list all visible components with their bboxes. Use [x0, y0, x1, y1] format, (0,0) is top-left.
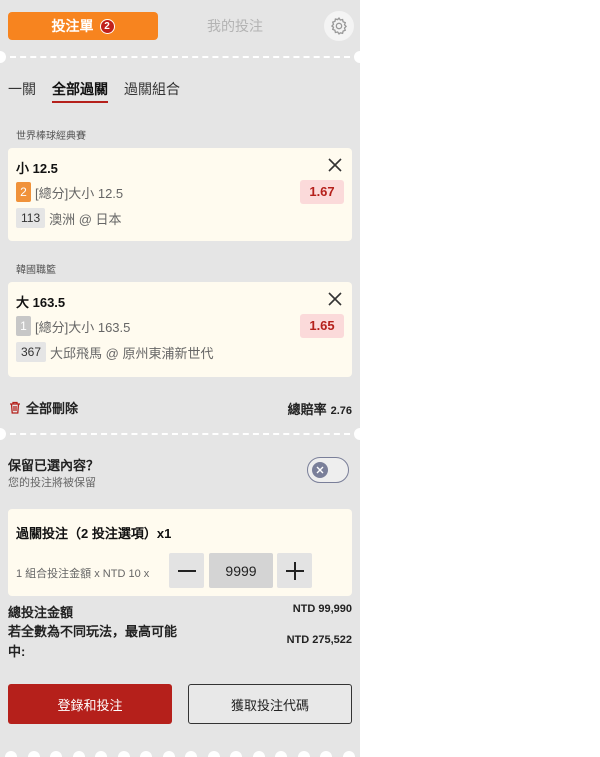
league-name: 世界棒球經典賽 [16, 131, 86, 142]
close-icon[interactable] [328, 158, 342, 172]
selection-card: 大 163.5 1 [總分]大小 163.5 367 大邱飛馬 @ 原州東浦新世… [8, 282, 352, 377]
betslip-count-badge: 2 [99, 18, 115, 34]
parlay-stake-desc: 1 組合投注金額 x NTD 10 x [16, 568, 150, 580]
selection-number: 2 [16, 182, 31, 202]
stake-input[interactable] [209, 553, 273, 588]
match-name: 澳洲 @ 日本 [49, 211, 122, 227]
selection-name: 大 163.5 [16, 295, 66, 310]
get-bet-code-button[interactable]: 獲取投注代碼 [188, 684, 352, 724]
total-odds: 總賠率 2.76 [288, 399, 352, 418]
parlay-stake-box: 過關投注（2 投注選項）x1 1 組合投注金額 x NTD 10 x [8, 509, 352, 596]
betslip-header: 投注單 2 我的投注 [0, 0, 360, 56]
max-win-label: 若全數為不同玩法，最高可能中: [8, 624, 178, 659]
total-stake-label: 總投注金額 [8, 605, 74, 620]
odds-badge: 1.65 [300, 314, 344, 338]
selection-card: 小 12.5 2 [總分]大小 12.5 113 澳洲 @ 日本 1.67 [8, 148, 352, 241]
match-code: 113 [16, 208, 46, 228]
retain-subtitle: 您的投注將被保留 [8, 477, 96, 489]
dashed-divider [0, 428, 360, 440]
match-code: 367 [16, 342, 47, 362]
gear-icon[interactable] [324, 11, 354, 41]
tab-parlay-combo[interactable]: 過關組合 [124, 79, 180, 103]
tab-my-bets[interactable]: 我的投注 [165, 12, 305, 40]
league-name: 韓國職籃 [16, 265, 56, 276]
tab-single[interactable]: 一關 [8, 79, 36, 103]
bet-type-tabs: 一關 全部過關 過關組合 [8, 79, 180, 103]
close-icon[interactable] [328, 292, 342, 306]
betslip-panel: 投注單 2 我的投注 一關 全部過關 過關組合 世界棒球經典賽 小 12.5 2… [0, 0, 360, 757]
parlay-title: 過關投注（2 投注選項）x1 [16, 526, 172, 541]
delete-all-button[interactable]: 全部刪除 [9, 398, 78, 417]
market-name: [總分]大小 12.5 [35, 185, 124, 201]
tab-betslip[interactable]: 投注單 2 [8, 12, 158, 40]
total-odds-value: 2.76 [330, 405, 352, 417]
tab-all-parlay[interactable]: 全部過關 [52, 79, 108, 103]
odds-badge: 1.67 [300, 180, 344, 204]
max-win-value: NTD 275,522 [286, 634, 352, 646]
close-icon [312, 462, 328, 478]
plus-icon [285, 561, 304, 580]
selection-name: 小 12.5 [16, 161, 58, 176]
retain-toggle[interactable] [307, 457, 349, 483]
retain-title: 保留已選內容？ [8, 458, 100, 473]
total-odds-label: 總賠率 [287, 402, 327, 417]
login-and-bet-button[interactable]: 登錄和投注 [8, 684, 172, 724]
tab-betslip-label: 投注單 [51, 18, 94, 34]
total-stake-value: NTD 99,990 [292, 603, 352, 615]
match-name: 大邱飛馬 @ 原州東浦新世代 [50, 345, 214, 361]
minus-icon [177, 569, 196, 572]
dashed-divider [0, 51, 360, 63]
decrease-stake-button[interactable] [169, 553, 204, 588]
increase-stake-button[interactable] [277, 553, 312, 588]
selection-number: 1 [16, 316, 31, 336]
market-name: [總分]大小 163.5 [35, 319, 131, 335]
delete-all-label: 全部刪除 [26, 401, 79, 416]
trash-icon [10, 401, 20, 414]
scallop-edge [0, 751, 360, 757]
